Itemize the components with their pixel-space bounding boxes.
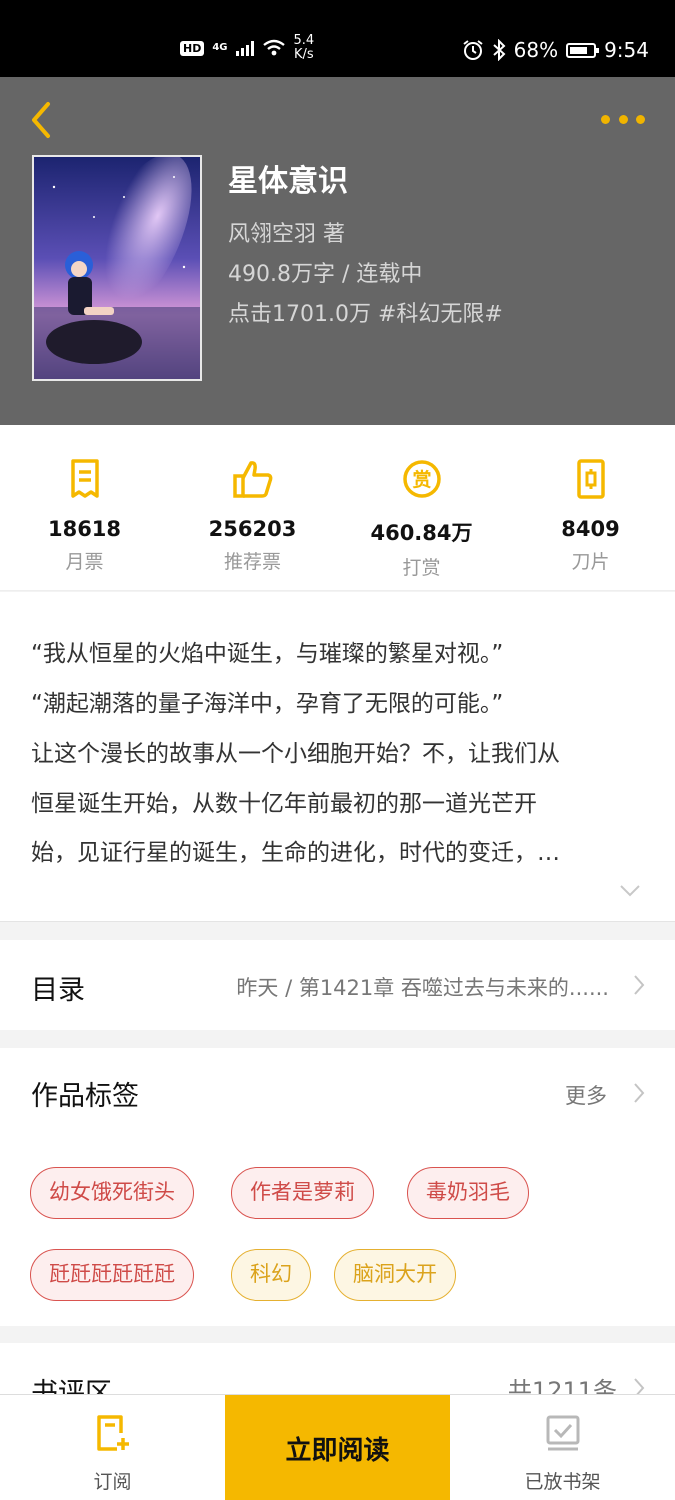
subscribe-label: 订阅 bbox=[93, 1471, 132, 1493]
net-speed-unit: K/s bbox=[294, 47, 314, 62]
hd-icon: HD bbox=[180, 40, 205, 56]
clock: 9:54 bbox=[604, 38, 649, 62]
dot-icon bbox=[618, 114, 628, 124]
stat-monthly-ticket[interactable]: 18618 月票 bbox=[0, 455, 169, 574]
back-arrow-icon bbox=[32, 102, 50, 138]
status-left: HD 4G 5.4 K/s bbox=[180, 34, 314, 62]
monthly-ticket-icon bbox=[70, 459, 99, 498]
stat-label: 推荐票 bbox=[223, 551, 281, 573]
book-intro[interactable]: “我从恒星的火焰中诞生，与璀璨的繁星对视。” “潮起潮落的量子海洋中，孕育了无限… bbox=[0, 592, 675, 922]
book-cover[interactable] bbox=[32, 155, 202, 381]
stats-row: 18618 月票 256203 推荐票 赏 460.84万 打赏 8409 刀片 bbox=[0, 425, 675, 591]
tags-label: 作品标签 bbox=[31, 1081, 139, 1112]
book-word-count-status: 490.8万字 / 连载中 bbox=[228, 262, 423, 287]
alarm-icon bbox=[463, 40, 483, 60]
chevron-right-icon bbox=[634, 975, 645, 995]
stat-value: 18618 bbox=[47, 517, 122, 541]
book-cover-image bbox=[34, 157, 200, 379]
latest-chapter: 昨天 / 第1421章 吞噬过去与未来的...... bbox=[236, 976, 609, 1000]
work-tags-section: 作品标签 更多 幼女饿死街头 作者是萝莉 毒奶羽毛 瓩瓩瓩瓩瓩瓩 科幻 脑洞大开 bbox=[0, 1048, 675, 1326]
battery-percent: 68% bbox=[513, 38, 559, 62]
catalog-label: 目录 bbox=[31, 975, 85, 1006]
tags-more-link[interactable]: 更多 bbox=[565, 1080, 607, 1110]
on-shelf-label: 已放书架 bbox=[524, 1471, 601, 1493]
net-speed: 5.4 K/s bbox=[294, 34, 315, 62]
subscribe-button[interactable]: 订阅 bbox=[0, 1395, 225, 1500]
dot-icon bbox=[601, 114, 610, 124]
stat-value: 8409 bbox=[561, 517, 620, 541]
status-bar: HD 4G 5.4 K/s 68% 9:54 bbox=[0, 0, 675, 77]
stat-label: 刀片 bbox=[571, 551, 610, 573]
net-speed-value: 5.4 bbox=[293, 33, 315, 48]
book-author: 风翎空羽 著 bbox=[228, 222, 345, 247]
network-type: 4G bbox=[212, 42, 228, 53]
tag-chip[interactable]: 科幻 bbox=[231, 1249, 311, 1301]
reward-coin-icon: 赏 bbox=[402, 460, 441, 498]
tag-chip[interactable]: 毒奶羽毛 bbox=[407, 1167, 529, 1219]
more-options-button[interactable] bbox=[601, 113, 645, 125]
intro-line: 恒星诞生开始，从数十亿年前最初的那一道光芒开 bbox=[31, 791, 537, 817]
book-title: 星体意识 bbox=[228, 164, 348, 199]
thumbs-up-icon bbox=[232, 461, 272, 498]
stat-label: 月票 bbox=[65, 551, 104, 573]
signal-icon bbox=[235, 40, 254, 56]
expand-chevron-icon[interactable] bbox=[619, 884, 641, 898]
intro-line: “我从恒星的火焰中诞生，与璀璨的繁星对视。” bbox=[31, 641, 504, 667]
read-now-button[interactable]: 立即阅读 bbox=[225, 1395, 450, 1500]
tag-chip[interactable]: 作者是萝莉 bbox=[231, 1167, 374, 1219]
intro-line: 让这个漫长的故事从一个小细胞开始？不，让我们从 bbox=[31, 741, 560, 767]
dot-icon bbox=[636, 114, 645, 124]
stat-recommend[interactable]: 256203 推荐票 bbox=[168, 455, 337, 574]
tag-chip[interactable]: 幼女饿死街头 bbox=[30, 1167, 194, 1219]
back-button[interactable] bbox=[28, 100, 58, 140]
stat-blade[interactable]: 8409 刀片 bbox=[506, 455, 675, 574]
bookshelf-check-icon bbox=[546, 1415, 579, 1451]
on-shelf-button[interactable]: 已放书架 bbox=[450, 1395, 675, 1500]
stat-value: 460.84万 bbox=[370, 521, 473, 545]
bottom-action-bar: 订阅 立即阅读 已放书架 bbox=[0, 1394, 675, 1500]
status-right: 68% 9:54 bbox=[462, 38, 649, 62]
subscribe-icon bbox=[96, 1415, 129, 1451]
battery-icon bbox=[566, 42, 600, 58]
intro-line: 始，见证行星的诞生，生命的进化，时代的变迁，… bbox=[31, 840, 560, 866]
intro-line: “潮起潮落的量子海洋中，孕育了无限的可能。” bbox=[31, 691, 504, 717]
chevron-right-icon[interactable] bbox=[633, 1082, 645, 1104]
book-header: 星体意识 风翎空羽 著 490.8万字 / 连载中 点击1701.0万 #科幻无… bbox=[0, 77, 675, 425]
wifi-icon bbox=[262, 39, 285, 56]
catalog-row[interactable]: 目录 昨天 / 第1421章 吞噬过去与未来的...... bbox=[0, 940, 675, 1030]
stat-label: 打赏 bbox=[402, 557, 441, 579]
book-clicks-category: 点击1701.0万 #科幻无限# bbox=[228, 302, 503, 327]
tag-chip[interactable]: 瓩瓩瓩瓩瓩瓩 bbox=[30, 1249, 194, 1301]
stat-reward[interactable]: 赏 460.84万 打赏 bbox=[337, 455, 506, 580]
tag-chip[interactable]: 脑洞大开 bbox=[334, 1249, 456, 1301]
blade-icon bbox=[576, 459, 605, 499]
svg-text:赏: 赏 bbox=[412, 468, 431, 491]
bluetooth-icon bbox=[492, 39, 506, 61]
stat-value: 256203 bbox=[208, 517, 297, 541]
